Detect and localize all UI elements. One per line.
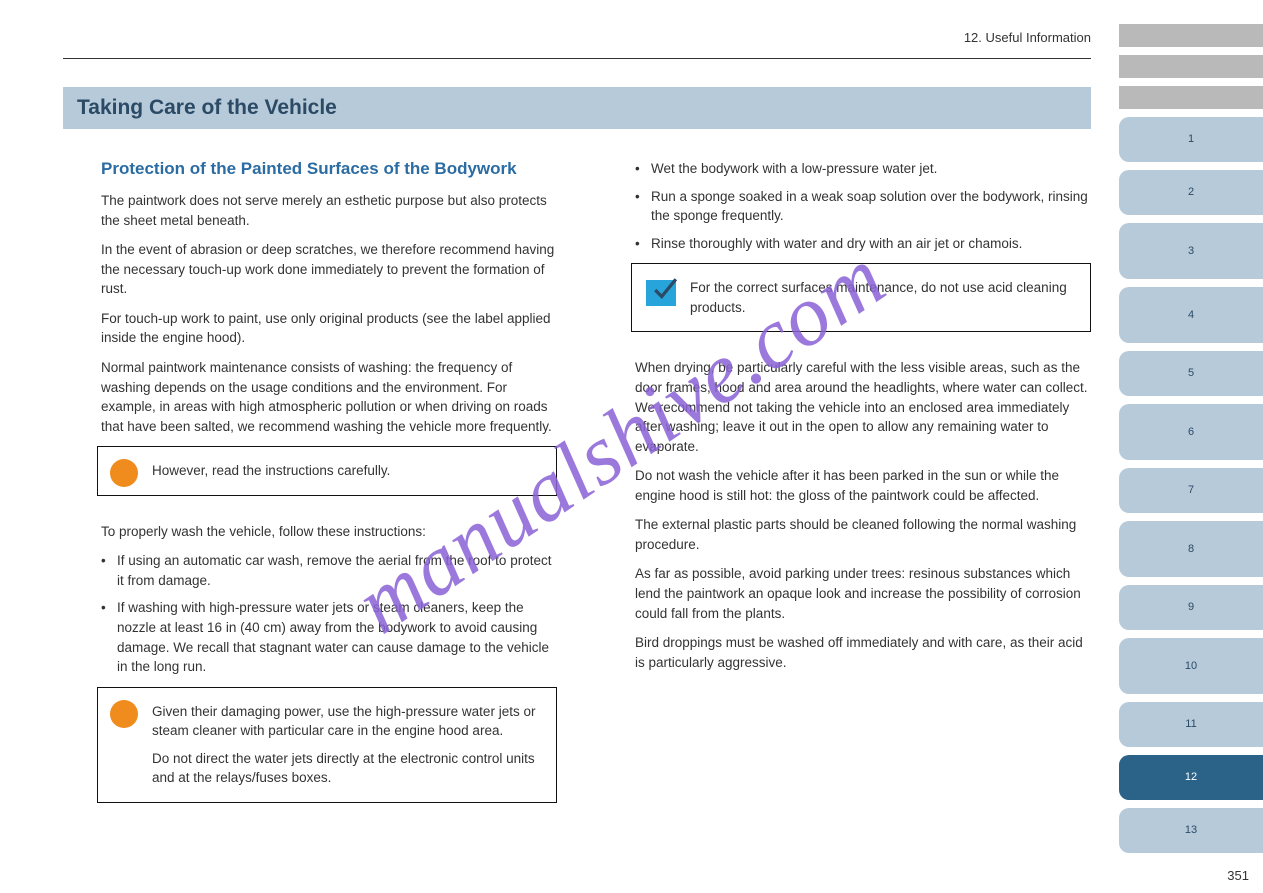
subheading-paint: Protection of the Painted Surfaces of th… <box>101 159 557 179</box>
chapter-label: 12. Useful Information <box>964 30 1091 45</box>
para: As far as possible, avoid parking under … <box>635 564 1091 623</box>
caution-text: Given their damaging power, use the high… <box>152 702 542 788</box>
right-column: Wet the bodywork with a low-pressure wat… <box>597 159 1091 829</box>
para: Normal paintwork maintenance consists of… <box>101 358 557 436</box>
tab-1[interactable]: 1 <box>1119 117 1263 162</box>
list-item: If using an automatic car wash, remove t… <box>101 551 557 590</box>
caution-icon <box>110 459 138 487</box>
tab-blank[interactable] <box>1119 86 1263 109</box>
para: Bird droppings must be washed off immedi… <box>635 633 1091 672</box>
caution-text: However, read the instructions carefully… <box>152 461 542 481</box>
tab-10[interactable]: 10 <box>1119 638 1263 694</box>
para: To properly wash the vehicle, follow the… <box>101 522 557 542</box>
note-icon <box>646 274 678 306</box>
para: The external plastic parts should be cle… <box>635 515 1091 554</box>
para: When drying, be particularly careful wit… <box>635 358 1091 456</box>
tab-8[interactable]: 8 <box>1119 521 1263 577</box>
two-columns: Protection of the Painted Surfaces of th… <box>63 159 1091 829</box>
tab-4[interactable]: 4 <box>1119 287 1263 343</box>
sidebar-tabs: 1 2 3 4 5 6 7 8 9 10 11 12 13 <box>1119 24 1263 853</box>
para: Do not wash the vehicle after it has bee… <box>635 466 1091 505</box>
list-item: Run a sponge soaked in a weak soap solut… <box>635 187 1091 226</box>
para: In the event of abrasion or deep scratch… <box>101 240 557 299</box>
caution-icon <box>110 700 138 728</box>
tab-13[interactable]: 13 <box>1119 808 1263 853</box>
tab-7[interactable]: 7 <box>1119 468 1263 513</box>
caution-box: Given their damaging power, use the high… <box>97 687 557 803</box>
top-rule <box>63 58 1091 59</box>
tab-5[interactable]: 5 <box>1119 351 1263 396</box>
caution-line: Given their damaging power, use the high… <box>152 702 542 741</box>
section-title: Taking Care of the Vehicle <box>63 87 1091 129</box>
page-number: 351 <box>1227 868 1249 883</box>
tab-3[interactable]: 3 <box>1119 223 1263 279</box>
tab-blank[interactable] <box>1119 24 1263 47</box>
tab-9[interactable]: 9 <box>1119 585 1263 630</box>
caution-line: Do not direct the water jets directly at… <box>152 749 542 788</box>
list-item: If washing with high-pressure water jets… <box>101 598 557 676</box>
tab-12-active[interactable]: 12 <box>1119 755 1263 800</box>
list-item: Wet the bodywork with a low-pressure wat… <box>635 159 1091 179</box>
note-box: For the correct surfaces maintenance, do… <box>631 263 1091 332</box>
tab-2[interactable]: 2 <box>1119 170 1263 215</box>
tab-blank[interactable] <box>1119 55 1263 78</box>
list-item: Rinse thoroughly with water and dry with… <box>635 234 1091 254</box>
left-column: Protection of the Painted Surfaces of th… <box>63 159 557 829</box>
tab-6[interactable]: 6 <box>1119 404 1263 460</box>
para: For touch-up work to paint, use only ori… <box>101 309 557 348</box>
para: The paintwork does not serve merely an e… <box>101 191 557 230</box>
caution-box: However, read the instructions carefully… <box>97 446 557 496</box>
note-text: For the correct surfaces maintenance, do… <box>690 278 1076 317</box>
content-area: 12. Useful Information Taking Care of th… <box>63 22 1091 829</box>
tab-11[interactable]: 11 <box>1119 702 1263 747</box>
